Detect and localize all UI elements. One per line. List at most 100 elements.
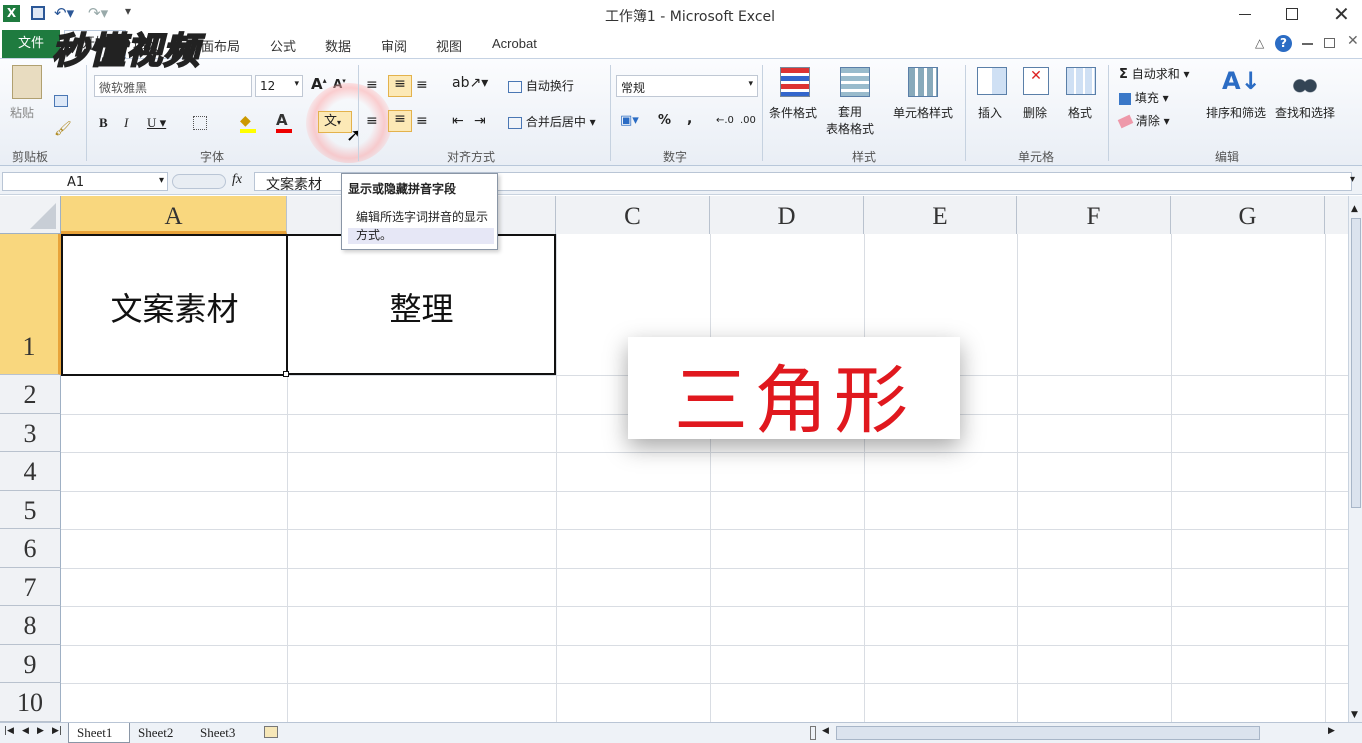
- clear-button[interactable]: 清除 ▾: [1117, 112, 1170, 129]
- new-sheet-icon[interactable]: [264, 726, 278, 738]
- table-format-button[interactable]: 套用 表格格式: [826, 104, 874, 138]
- row-header-8[interactable]: 8: [0, 606, 61, 645]
- format-cells-button[interactable]: 格式: [1068, 104, 1092, 121]
- sort-filter-button[interactable]: 排序和筛选: [1206, 104, 1266, 121]
- vertical-scroll-thumb[interactable]: [1351, 218, 1361, 508]
- merge-center-button[interactable]: 合并后居中 ▾: [508, 113, 596, 130]
- sheet-tab-1[interactable]: Sheet1: [68, 723, 130, 743]
- fill-button[interactable]: 填充 ▾: [1119, 89, 1169, 106]
- comma-button[interactable]: ,: [687, 111, 692, 127]
- align-middle-icon[interactable]: ≡: [388, 75, 412, 97]
- scroll-right-icon[interactable]: ▶: [1328, 726, 1335, 736]
- customize-qat-icon[interactable]: ▾: [125, 4, 131, 18]
- tab-review[interactable]: 审阅: [381, 36, 407, 55]
- worksheet-grid[interactable]: A B C D E F G 1 2 3 4 5 6 7 8 9 10 文案素材 …: [0, 196, 1348, 722]
- sheet-tab-2[interactable]: Sheet2: [138, 725, 173, 741]
- tab-data[interactable]: 数据: [325, 36, 351, 55]
- save-icon[interactable]: [31, 6, 45, 20]
- number-format-box[interactable]: 常规 ▾: [616, 75, 758, 97]
- row-header-9[interactable]: 9: [0, 645, 61, 683]
- expand-formula-icon[interactable]: ▾: [1350, 174, 1355, 185]
- name-box-dropdown-icon[interactable]: ▾: [159, 175, 164, 186]
- name-box[interactable]: A1 ▾: [2, 172, 168, 191]
- insert-function-icon[interactable]: fx: [232, 172, 242, 188]
- font-name-box[interactable]: 微软雅黑: [94, 75, 252, 97]
- row-header-5[interactable]: 5: [0, 491, 61, 529]
- redo-icon[interactable]: ↷▾: [88, 4, 108, 22]
- delete-cells-icon[interactable]: ✕: [1023, 67, 1049, 95]
- horizontal-scroll-thumb[interactable]: [836, 726, 1260, 740]
- cell-style-icon[interactable]: [908, 67, 938, 97]
- column-header-h[interactable]: [1325, 196, 1348, 234]
- help-icon[interactable]: ?: [1275, 35, 1292, 52]
- delete-cells-button[interactable]: 删除: [1023, 104, 1047, 121]
- wrap-text-button[interactable]: 自动换行: [508, 77, 574, 94]
- align-bottom-icon[interactable]: ≡: [416, 77, 428, 93]
- increase-indent-icon[interactable]: ⇥: [474, 113, 486, 129]
- tab-formulas[interactable]: 公式: [270, 36, 296, 55]
- window-restore-icon[interactable]: [1324, 38, 1335, 48]
- decrease-decimal-icon[interactable]: .00: [740, 115, 756, 126]
- undo-icon[interactable]: ↶▾: [54, 4, 74, 22]
- format-painter-icon[interactable]: 🖌: [54, 121, 72, 137]
- align-left-icon[interactable]: ≡: [366, 113, 378, 129]
- row-header-10[interactable]: 10: [0, 683, 61, 722]
- row-header-4[interactable]: 4: [0, 452, 61, 491]
- row-header-7[interactable]: 7: [0, 568, 61, 606]
- vertical-scrollbar[interactable]: ▲ ▼: [1348, 196, 1362, 722]
- sheet-nav-next-icon[interactable]: ▶: [37, 726, 44, 736]
- sheet-nav-first-icon[interactable]: |◀: [4, 726, 14, 736]
- percent-button[interactable]: %: [658, 113, 671, 128]
- paste-button[interactable]: 粘贴: [10, 104, 34, 121]
- window-close-icon[interactable]: ✕: [1347, 33, 1359, 49]
- insert-cells-button[interactable]: 插入: [978, 104, 1002, 121]
- copy-icon[interactable]: [54, 95, 68, 107]
- scroll-left-icon[interactable]: ◀: [822, 726, 829, 736]
- align-top-icon[interactable]: ≡: [366, 77, 378, 93]
- column-header-a[interactable]: A: [61, 196, 287, 234]
- row-header-6[interactable]: 6: [0, 529, 61, 568]
- select-all-corner[interactable]: [0, 196, 61, 234]
- column-header-d[interactable]: D: [710, 196, 864, 234]
- tab-split-handle[interactable]: [810, 726, 816, 740]
- collapse-ribbon-icon[interactable]: △: [1255, 36, 1264, 50]
- align-center-icon[interactable]: ≡: [388, 110, 412, 132]
- fill-handle[interactable]: [283, 371, 289, 377]
- insert-cells-icon[interactable]: [977, 67, 1007, 95]
- bold-button[interactable]: B: [99, 115, 108, 131]
- binoculars-icon[interactable]: [1292, 69, 1318, 93]
- formula-scroll-handle[interactable]: [172, 174, 226, 189]
- window-min-icon[interactable]: [1302, 43, 1313, 45]
- column-header-g[interactable]: G: [1171, 196, 1325, 234]
- sort-filter-icon[interactable]: A↓: [1222, 67, 1261, 95]
- italic-button[interactable]: I: [124, 115, 128, 131]
- row-header-3[interactable]: 3: [0, 414, 61, 452]
- sheet-tab-3[interactable]: Sheet3: [200, 725, 235, 741]
- scroll-down-icon[interactable]: ▼: [1351, 710, 1358, 720]
- minimize-icon[interactable]: [1239, 14, 1251, 15]
- underline-button[interactable]: U ▾: [147, 115, 166, 131]
- conditional-format-button[interactable]: 条件格式: [769, 104, 817, 121]
- tab-acrobat[interactable]: Acrobat: [492, 36, 537, 51]
- conditional-format-icon[interactable]: [780, 67, 810, 97]
- format-cells-icon[interactable]: [1066, 67, 1096, 95]
- fill-color-icon[interactable]: ◆: [240, 113, 256, 133]
- row-header-1[interactable]: 1: [0, 234, 61, 375]
- scroll-up-icon[interactable]: ▲: [1351, 204, 1358, 214]
- sheet-nav-last-icon[interactable]: ▶|: [52, 726, 62, 736]
- sheet-nav-prev-icon[interactable]: ◀: [22, 726, 29, 736]
- decrease-indent-icon[interactable]: ⇤: [452, 113, 464, 129]
- row-header-2[interactable]: 2: [0, 375, 61, 414]
- maximize-icon[interactable]: [1286, 8, 1298, 20]
- increase-decimal-icon[interactable]: ←.0: [716, 115, 734, 126]
- font-size-box[interactable]: 12 ▾: [255, 75, 303, 97]
- column-header-e[interactable]: E: [864, 196, 1017, 234]
- find-select-button[interactable]: 查找和选择: [1275, 104, 1335, 121]
- table-format-icon[interactable]: [840, 67, 870, 97]
- tab-view[interactable]: 视图: [436, 36, 462, 55]
- border-icon[interactable]: [193, 116, 207, 130]
- cell-style-button[interactable]: 单元格样式: [893, 104, 953, 121]
- orientation-icon[interactable]: ab↗▾: [452, 75, 488, 91]
- close-icon[interactable]: ✕: [1333, 2, 1350, 26]
- column-header-f[interactable]: F: [1017, 196, 1171, 234]
